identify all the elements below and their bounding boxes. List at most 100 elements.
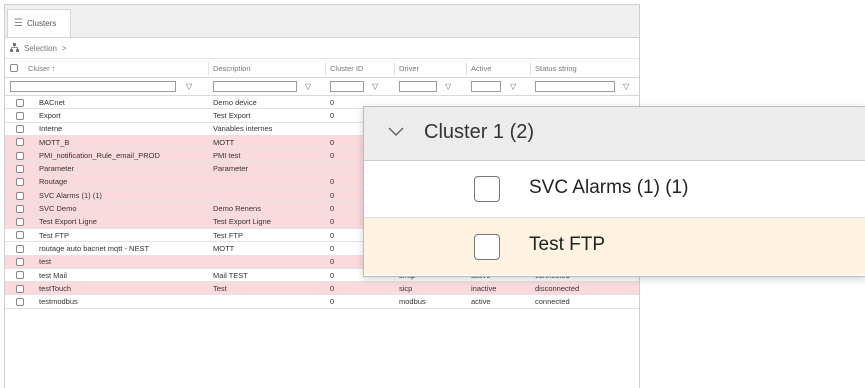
filter-input-cluster-id[interactable] — [330, 81, 364, 92]
cell-cluster-id: 0 — [330, 97, 335, 107]
table-header: Cluser ↑ Description Cluster ID Driver A… — [5, 59, 639, 78]
cell-active: active — [471, 297, 491, 307]
cell-cluster: Test Export Ligne — [39, 217, 97, 227]
row-checkbox[interactable] — [16, 111, 24, 120]
cell-cluster-id: 0 — [330, 177, 335, 187]
cell-driver: modbus — [399, 297, 426, 307]
cell-driver: sicp — [399, 283, 413, 293]
cell-description: Mail TEST — [213, 270, 248, 280]
sort-up-icon: ↑ — [51, 63, 56, 73]
select-all-checkbox[interactable] — [10, 64, 18, 72]
row-checkbox[interactable] — [16, 258, 24, 267]
filter-icon[interactable]: ▽ — [445, 81, 451, 92]
cell-description: MOTT — [213, 137, 235, 147]
cell-description: MOTT — [213, 243, 235, 253]
cell-cluster: SVC Alarms (1) (1) — [39, 190, 102, 200]
cell-description: Test FTP — [213, 230, 244, 240]
filter-icon[interactable]: ▽ — [372, 81, 378, 92]
cell-cluster-id: 0 — [330, 257, 335, 267]
cell-cluster-id: 0 — [330, 230, 335, 240]
row-checkbox[interactable] — [16, 191, 24, 200]
filter-input-cluster[interactable] — [10, 81, 176, 92]
cell-cluster: test — [39, 257, 52, 267]
cell-status: connected — [535, 297, 570, 307]
row-checkbox[interactable] — [16, 204, 24, 213]
filter-icon[interactable]: ▽ — [305, 81, 311, 92]
cell-cluster-id: 0 — [330, 190, 335, 200]
filter-input-active[interactable] — [471, 81, 501, 92]
table-row[interactable]: testmodbus 0 modbus active connected — [5, 295, 639, 309]
row-checkbox[interactable] — [16, 178, 24, 187]
breadcrumb-selection[interactable]: Selection — [24, 44, 57, 53]
row-checkbox[interactable] — [16, 138, 24, 147]
item-checkbox[interactable] — [474, 176, 500, 202]
item-label: SVC Alarms (1) (1) — [529, 177, 689, 198]
cell-description: Parameter — [213, 164, 249, 174]
table-row[interactable]: testTouch Test 0 sicp inactive disconnected — [5, 282, 639, 296]
row-checkbox[interactable] — [16, 98, 24, 107]
filter-input-driver[interactable] — [399, 81, 437, 92]
cell-cluster-id: 0 — [330, 150, 335, 160]
filter-row: ▽ ▽ ▽ ▽ ▽ ▽ — [5, 78, 639, 96]
column-header-cluster-id[interactable]: Cluster ID — [330, 59, 363, 77]
row-checkbox[interactable] — [16, 271, 24, 280]
column-header-active[interactable]: Active — [471, 59, 491, 77]
row-checkbox[interactable] — [16, 164, 24, 173]
tab-label: Clusters — [26, 19, 57, 28]
cluster-group-popup: Cluster 1 (2) SVC Alarms (1) (1) Test FT… — [363, 106, 865, 277]
column-header-description[interactable]: Description — [213, 59, 251, 77]
cell-cluster-id: 0 — [330, 110, 335, 120]
filter-icon[interactable]: ▽ — [510, 81, 516, 92]
cell-description: Test — [213, 283, 227, 293]
cell-active: inactive — [471, 283, 497, 293]
cell-cluster: testmodbus — [39, 297, 78, 307]
cell-cluster-id: 0 — [330, 270, 335, 280]
cell-cluster: Export — [39, 110, 61, 120]
cell-cluster: routage auto bacnet mqtt - NEST — [39, 243, 150, 253]
cell-cluster: BACnet — [39, 97, 65, 107]
cell-description: Demo device — [213, 97, 257, 107]
cell-cluster-id: 0 — [330, 243, 335, 253]
cell-cluster: Interne — [39, 124, 63, 134]
row-checkbox[interactable] — [16, 218, 24, 227]
item-label: Test FTP — [529, 234, 606, 255]
cell-description: PMI test — [213, 150, 241, 160]
group-header[interactable]: Cluster 1 (2) — [364, 107, 865, 161]
cell-cluster-id: 0 — [330, 283, 335, 293]
cell-cluster-id: 0 — [330, 217, 335, 227]
chevron-down-icon[interactable] — [388, 127, 404, 139]
breadcrumb: Selection > — [5, 38, 639, 59]
cell-description: Test Export — [213, 110, 251, 120]
item-checkbox[interactable] — [474, 234, 500, 260]
list-icon: ☰ — [14, 18, 23, 29]
group-item-highlighted[interactable]: Test FTP — [364, 218, 865, 275]
column-header-cluster[interactable]: Cluser ↑ — [28, 59, 56, 77]
row-checkbox[interactable] — [16, 125, 24, 134]
group-label: Cluster 1 (2) — [424, 121, 535, 143]
cell-description: Demo Renens — [213, 204, 261, 214]
row-checkbox[interactable] — [16, 244, 24, 253]
breadcrumb-separator: > — [61, 43, 67, 53]
cell-cluster: MOTT_B — [39, 137, 70, 147]
cell-status: disconnected — [535, 283, 580, 293]
cell-cluster-id: 0 — [330, 297, 335, 307]
filter-input-status[interactable] — [535, 81, 615, 92]
filter-icon[interactable]: ▽ — [186, 81, 192, 92]
filter-input-description[interactable] — [213, 81, 297, 92]
row-checkbox[interactable] — [16, 151, 24, 160]
column-header-status[interactable]: Status string — [535, 59, 577, 77]
group-item[interactable]: SVC Alarms (1) (1) — [364, 161, 865, 218]
row-checkbox[interactable] — [16, 231, 24, 240]
row-checkbox[interactable] — [16, 297, 24, 306]
cell-description: Test Export Ligne — [213, 217, 271, 227]
cell-cluster: testTouch — [39, 283, 72, 293]
cell-description: Variables internes — [213, 124, 273, 134]
filter-icon[interactable]: ▽ — [623, 81, 629, 92]
cell-cluster-id: 0 — [330, 137, 335, 147]
tab-clusters[interactable]: ☰ Clusters — [7, 9, 71, 37]
cell-cluster-id: 0 — [330, 204, 335, 214]
cell-cluster: PMI_notification_Rule_email_PROD — [39, 150, 160, 160]
tree-icon — [10, 42, 19, 54]
column-header-driver[interactable]: Driver — [399, 59, 419, 77]
row-checkbox[interactable] — [16, 284, 24, 293]
